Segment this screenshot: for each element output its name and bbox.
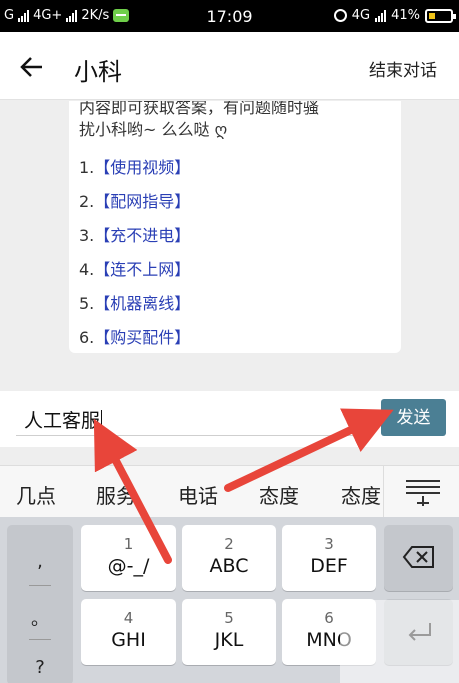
faq-link-charging[interactable]: 【充不进电】 — [94, 226, 190, 245]
key-label: ABC — [209, 555, 249, 577]
key-number: 4 — [123, 609, 134, 627]
list-number: 2. — [79, 192, 95, 211]
list-number: 5. — [79, 294, 95, 313]
end-conversation-button[interactable]: 结束对话 — [369, 56, 437, 81]
battery-icon — [425, 8, 456, 23]
keyboard-collapse-button[interactable] — [383, 466, 459, 518]
key-number: 2 — [224, 535, 234, 553]
candidate-word[interactable]: 态度 — [259, 480, 299, 509]
symbol-key[interactable]: ? — [7, 657, 73, 678]
key-5[interactable]: 5 JKL — [182, 599, 276, 665]
candidate-word[interactable]: 态度 — [341, 480, 381, 509]
symbol-key[interactable]: , — [7, 551, 73, 572]
faq-link-network-guide[interactable]: 【配网指导】 — [94, 192, 190, 211]
status-right: 4G 41% — [333, 8, 456, 23]
key-4[interactable]: 4 GHI — [81, 599, 176, 665]
faq-link-video[interactable]: 【使用视频】 — [94, 158, 190, 177]
faq-link-offline[interactable]: 【机器离线】 — [94, 294, 190, 313]
candidate-bar: 几点 服务 电话 态度 态度 — [0, 465, 459, 518]
input-underline — [16, 435, 366, 436]
status-bar: G 4G+ 2K/s 17:09 4G 41% — [0, 0, 459, 32]
key-label: @-_/ — [107, 555, 150, 577]
candidate-word[interactable]: 服务 — [96, 480, 136, 509]
list-item: 6.【购买配件】 — [79, 321, 391, 355]
list-number: 3. — [79, 226, 95, 245]
key-2[interactable]: 2 ABC — [182, 525, 276, 591]
key-number: 5 — [224, 609, 234, 627]
back-button[interactable] — [14, 50, 48, 84]
page-title: 小科 — [74, 58, 122, 86]
key-number: 3 — [324, 535, 334, 553]
list-item: 1.【使用视频】 — [79, 151, 391, 185]
title-bar: 小科 结束对话 — [0, 32, 459, 100]
faq-link-connect[interactable]: 【连不上网】 — [94, 260, 190, 279]
message-input[interactable]: 人工客服 — [24, 406, 103, 433]
network-label: 4G — [351, 8, 371, 23]
faq-link-accessories[interactable]: 【购买配件】 — [94, 328, 190, 347]
list-item: 3.【充不进电】 — [79, 219, 391, 253]
battery-percent: 41% — [391, 8, 420, 23]
back-arrow-icon — [20, 57, 42, 77]
message-input-value: 人工客服 — [24, 410, 101, 432]
symbol-key[interactable]: 。 — [7, 605, 73, 631]
key-3[interactable]: 3 DEF — [282, 525, 376, 591]
signal-icon — [375, 9, 387, 22]
key-number: 1 — [123, 535, 134, 553]
message-text: 扰小科哟~ 么么哒 ღ — [79, 120, 228, 139]
backspace-key[interactable] — [384, 525, 453, 591]
bot-message-bubble: 内容即可获取答案，有问题随时骚 扰小科哟~ 么么哒 ღ 1.【使用视频】 2.【… — [69, 101, 401, 353]
send-button[interactable]: 发送 — [381, 399, 446, 436]
chat-area[interactable]: 内容即可获取答案，有问题随时骚 扰小科哟~ 么么哒 ღ 1.【使用视频】 2.【… — [0, 101, 459, 391]
key-1[interactable]: 1 @-_/ — [81, 525, 176, 591]
list-number: 4. — [79, 260, 95, 279]
list-number: 6. — [79, 328, 95, 347]
symbol-column[interactable]: , 。 ? — [7, 525, 73, 683]
watermark — [340, 600, 459, 683]
key-label: JKL — [214, 629, 244, 651]
candidate-word[interactable]: 几点 — [16, 480, 56, 509]
list-number: 1. — [79, 158, 95, 177]
list-item: 4.【连不上网】 — [79, 253, 391, 287]
text-caret — [101, 410, 103, 430]
alarm-icon — [333, 9, 347, 22]
message-text: 内容即可获取答案，有问题随时骚 — [79, 101, 320, 117]
candidate-word[interactable]: 电话 — [178, 480, 218, 509]
faq-list: 1.【使用视频】 2.【配网指导】 3.【充不进电】 4.【连不上网】 5.【机… — [79, 151, 391, 355]
divider — [29, 639, 51, 640]
divider — [29, 585, 51, 586]
key-label: GHI — [111, 629, 146, 651]
list-item: 2.【配网指导】 — [79, 185, 391, 219]
backspace-icon — [402, 546, 434, 568]
key-label: DEF — [310, 555, 348, 577]
list-item: 5.【机器离线】 — [79, 287, 391, 321]
